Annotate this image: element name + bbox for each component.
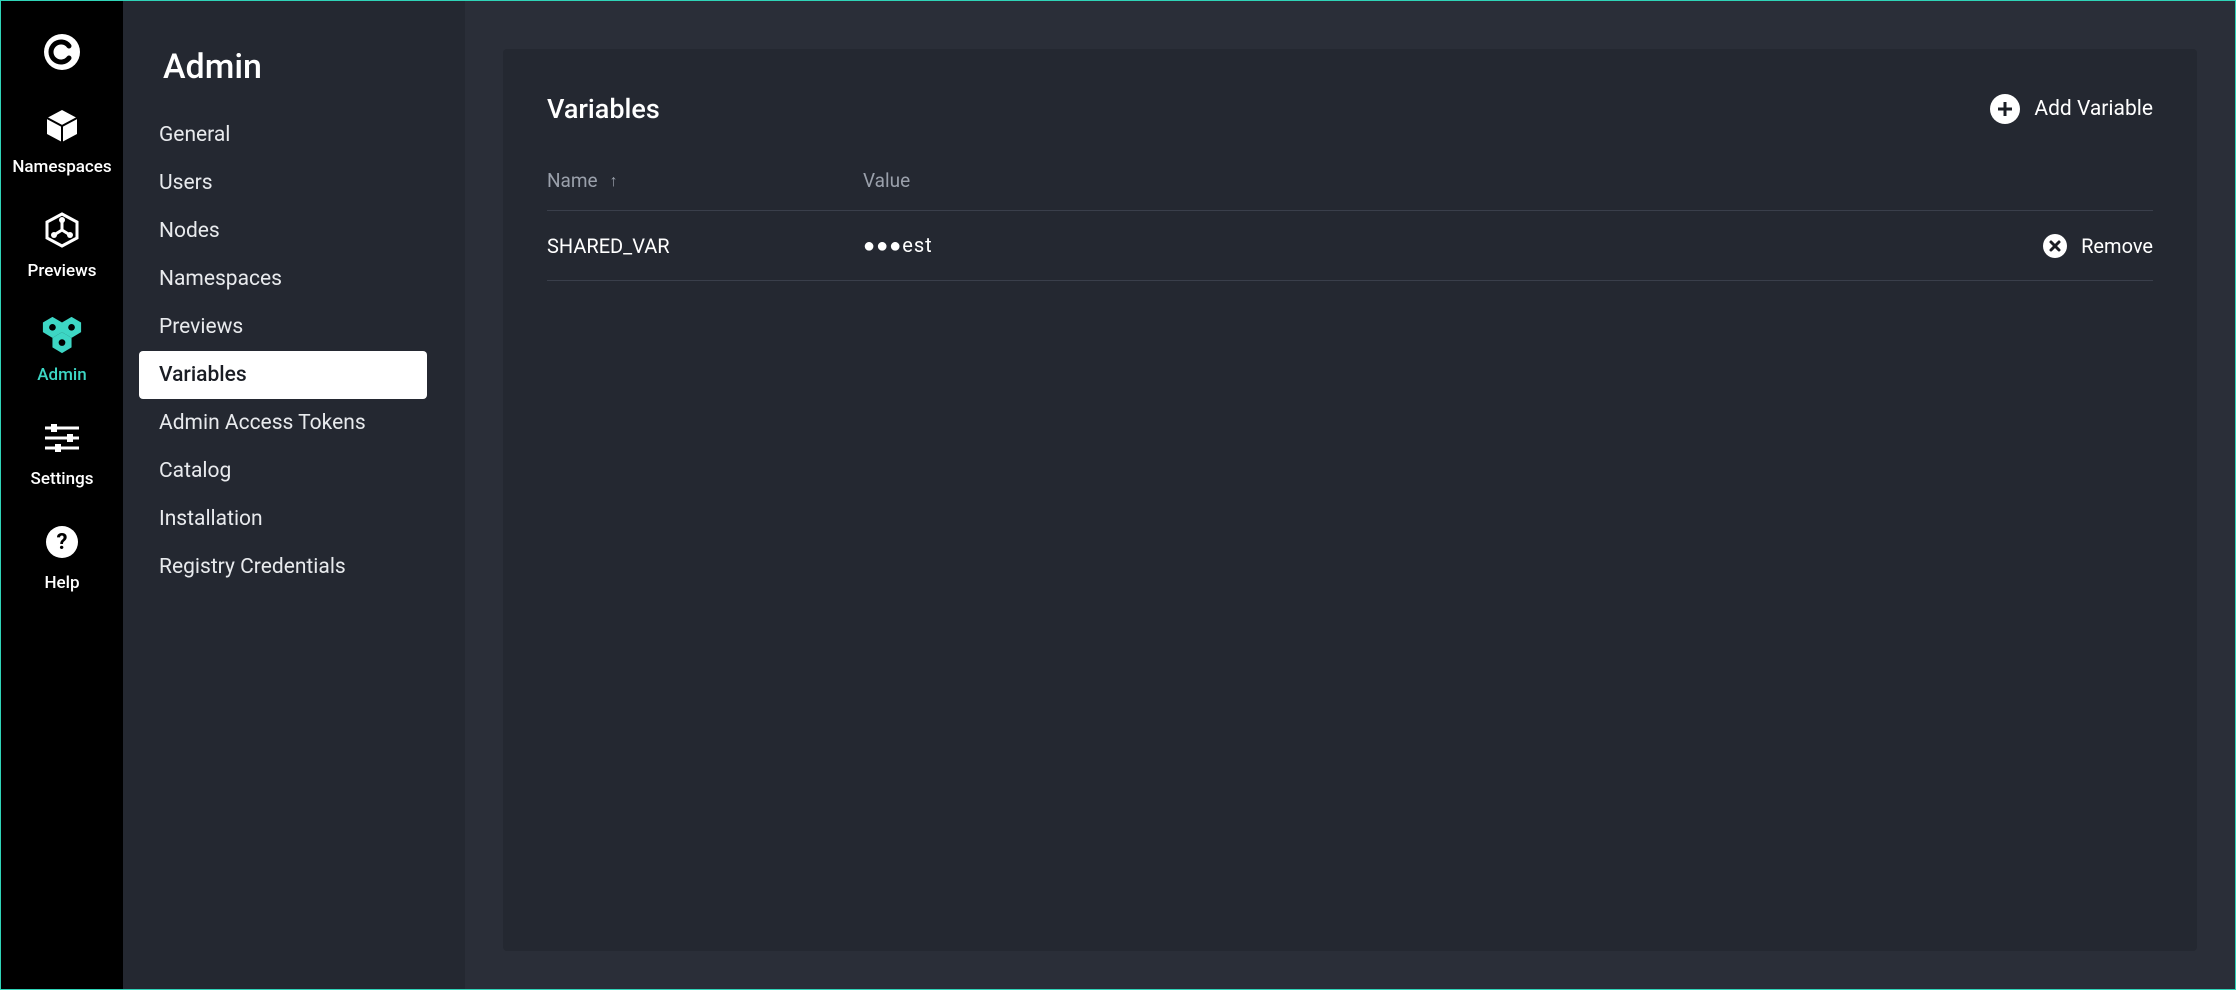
rail-item-previews[interactable]: Previews	[28, 209, 97, 281]
rail-item-admin[interactable]: Admin	[37, 313, 86, 385]
sort-ascending-icon: ↑	[610, 173, 618, 189]
column-header-actions	[1983, 169, 2153, 192]
namespaces-icon	[41, 105, 83, 147]
card-header: Variables Add Variable	[547, 93, 2153, 125]
remove-variable-button[interactable]: Remove	[1983, 234, 2153, 258]
sidebar-item-admin-access-tokens[interactable]: Admin Access Tokens	[139, 399, 427, 447]
sidebar-item-nodes[interactable]: Nodes	[139, 207, 427, 255]
table-row: SHARED_VAR ●●●est Remove	[547, 211, 2153, 281]
rail-item-namespaces[interactable]: Namespaces	[12, 105, 111, 177]
previews-icon	[41, 209, 83, 251]
rail-item-label: Settings	[31, 469, 94, 489]
column-header-name-label: Name	[547, 169, 598, 192]
variable-name: SHARED_VAR	[547, 234, 863, 258]
remove-label: Remove	[2081, 234, 2153, 258]
close-icon	[2043, 234, 2067, 258]
table-header: Name ↑ Value	[547, 169, 2153, 211]
sidebar-item-catalog[interactable]: Catalog	[139, 447, 427, 495]
add-variable-label: Add Variable	[2034, 97, 2153, 121]
sidebar-item-registry-credentials[interactable]: Registry Credentials	[139, 543, 427, 591]
sidebar-item-users[interactable]: Users	[139, 159, 427, 207]
column-header-value[interactable]: Value	[863, 169, 1983, 192]
variable-value: ●●●est	[863, 233, 1983, 258]
admin-icon	[41, 313, 83, 355]
plus-icon	[1990, 94, 2020, 124]
rail-item-label: Namespaces	[12, 157, 111, 177]
column-header-name[interactable]: Name ↑	[547, 169, 863, 192]
column-header-value-label: Value	[863, 169, 910, 192]
svg-text:?: ?	[57, 530, 68, 555]
sidebar-nav: General Users Nodes Namespaces Previews …	[123, 111, 465, 591]
sidebar-item-previews[interactable]: Previews	[139, 303, 427, 351]
icon-rail: Namespaces Previews Admin	[1, 1, 123, 989]
variables-card: Variables Add Variable Name ↑ Value SHAR…	[503, 49, 2197, 951]
rail-item-settings[interactable]: Settings	[31, 417, 94, 489]
sidebar-title: Admin	[123, 47, 465, 111]
sidebar-item-general[interactable]: General	[139, 111, 427, 159]
rail-item-help[interactable]: ? Help	[41, 521, 83, 593]
help-icon: ?	[41, 521, 83, 563]
card-title: Variables	[547, 93, 660, 125]
app-logo-icon	[41, 31, 83, 73]
admin-sidebar: Admin General Users Nodes Namespaces Pre…	[123, 1, 465, 989]
sidebar-item-variables[interactable]: Variables	[139, 351, 427, 399]
sidebar-item-installation[interactable]: Installation	[139, 495, 427, 543]
sidebar-item-namespaces[interactable]: Namespaces	[139, 255, 427, 303]
rail-item-label: Previews	[28, 261, 97, 281]
rail-item-label: Help	[44, 573, 79, 593]
main-content: Variables Add Variable Name ↑ Value SHAR…	[465, 1, 2235, 989]
rail-item-label: Admin	[37, 365, 86, 385]
add-variable-button[interactable]: Add Variable	[1990, 94, 2153, 124]
settings-icon	[41, 417, 83, 459]
